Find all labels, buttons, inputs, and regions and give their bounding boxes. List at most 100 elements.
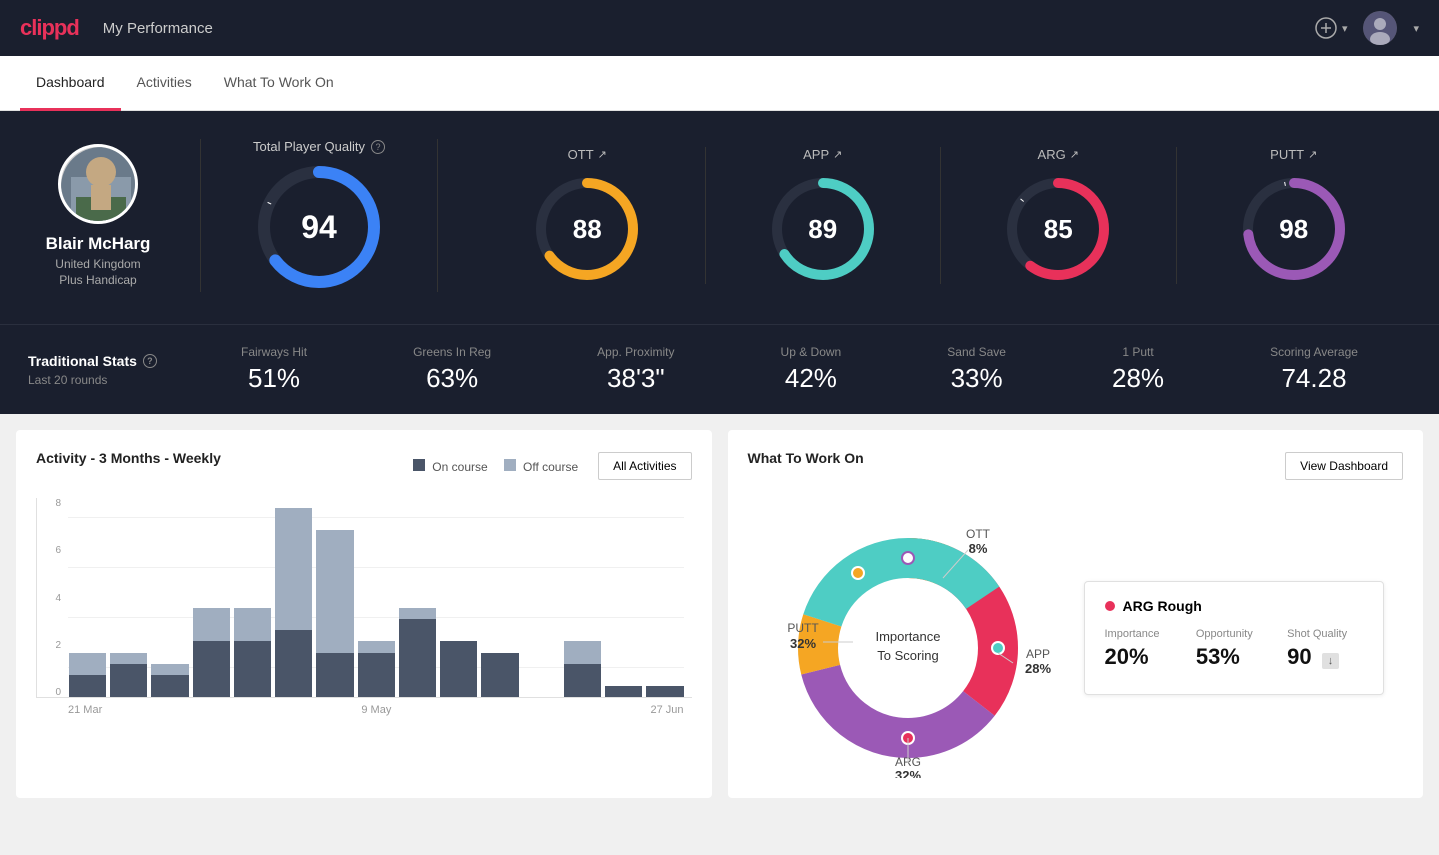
y-label-0: 0: [37, 687, 65, 698]
bar-off-5: [275, 508, 312, 630]
stat-name-gir: Greens In Reg: [413, 345, 491, 359]
ott-donut: 88: [532, 174, 642, 284]
bar-off-7: [358, 641, 395, 652]
app-value: 89: [808, 214, 837, 245]
stat-name-ud: Up & Down: [781, 345, 842, 359]
chart-title: Activity - 3 Months - Weekly: [36, 450, 221, 466]
wtwo-content: Importance To Scoring OTT 8% APP 28%: [748, 498, 1404, 778]
stat-one-putt: 1 Putt 28%: [1112, 345, 1164, 394]
bottom-panels: Activity - 3 Months - Weekly On course O…: [0, 414, 1439, 814]
header: clippd My Performance ▾ ▾: [0, 0, 1439, 56]
stat-name-ss: Sand Save: [947, 345, 1006, 359]
bar-on-12: [564, 664, 601, 697]
nav-tabs: Dashboard Activities What To Work On: [0, 56, 1439, 111]
trad-info-icon[interactable]: ?: [143, 354, 157, 368]
user-avatar[interactable]: [1363, 11, 1397, 45]
bar-group-10: [481, 653, 518, 697]
bar-on-3: [193, 641, 230, 697]
y-axis: 0 2 4 6 8: [37, 498, 65, 698]
total-quality-label: Total Player Quality ?: [253, 139, 385, 154]
x-label-jun: 27 Jun: [650, 704, 683, 716]
x-label-mar: 21 Mar: [68, 704, 102, 716]
svg-text:Importance: Importance: [875, 629, 940, 644]
total-quality-donut: 94: [254, 162, 384, 292]
activity-chart-panel: Activity - 3 Months - Weekly On course O…: [16, 430, 712, 798]
wtwo-header: What To Work On View Dashboard: [748, 450, 1404, 482]
tab-what-to-work-on[interactable]: What To Work On: [208, 56, 350, 111]
plus-circle-icon: [1314, 16, 1338, 40]
trad-title: Traditional Stats ?: [28, 353, 188, 369]
bar-group-3: [193, 608, 230, 697]
player-name: Blair McHarg: [46, 234, 151, 254]
stat-value-gir: 63%: [426, 363, 478, 394]
stat-value-op: 28%: [1112, 363, 1164, 394]
logo: clippd: [20, 15, 79, 41]
x-labels: 21 Mar 9 May 27 Jun: [36, 704, 692, 716]
wtwo-title: What To Work On: [748, 450, 864, 466]
bar-on-10: [481, 653, 518, 697]
stat-sand-save: Sand Save 33%: [947, 345, 1006, 394]
total-quality-info-icon[interactable]: ?: [371, 140, 385, 154]
bar-off-1: [110, 653, 147, 664]
svg-text:To Scoring: To Scoring: [877, 648, 938, 663]
player-info: Blair McHarg United Kingdom Plus Handica…: [28, 144, 168, 287]
metric-importance-value: 20%: [1105, 644, 1180, 670]
header-actions: ▾ ▾: [1314, 11, 1419, 45]
metric-importance-label: Importance: [1105, 628, 1180, 640]
player-photo: [61, 147, 138, 224]
bar-group-2: [151, 664, 188, 697]
divider-vertical: [200, 139, 201, 292]
svg-text:OTT: OTT: [966, 527, 991, 541]
tab-activities[interactable]: Activities: [121, 56, 208, 111]
svg-text:APP: APP: [1025, 647, 1049, 661]
view-dashboard-button[interactable]: View Dashboard: [1285, 452, 1403, 480]
bar-on-9: [440, 641, 477, 697]
bar-on-5: [275, 630, 312, 697]
info-metrics: Importance 20% Opportunity 53% Shot Qual…: [1105, 628, 1363, 670]
chart-legend: On course Off course: [413, 459, 578, 474]
trad-stats-grid: Fairways Hit 51% Greens In Reg 63% App. …: [188, 345, 1411, 394]
metric-importance: Importance 20%: [1105, 628, 1180, 670]
score-ott: OTT ↗ 88: [470, 147, 706, 284]
hero-top: Blair McHarg United Kingdom Plus Handica…: [28, 139, 1411, 292]
bar-on-14: [646, 686, 683, 697]
stat-fairways-hit: Fairways Hit 51%: [241, 345, 307, 394]
svg-text:28%: 28%: [1024, 661, 1050, 676]
header-title: My Performance: [103, 20, 213, 37]
stat-name-op: 1 Putt: [1122, 345, 1153, 359]
svg-text:8%: 8%: [968, 541, 987, 556]
app-label: APP ↗: [803, 147, 842, 162]
legend-on-dot: [413, 459, 425, 471]
putt-donut: 98: [1239, 174, 1349, 284]
svg-text:32%: 32%: [789, 636, 815, 651]
bar-off-3: [193, 608, 230, 641]
bar-off-6: [316, 530, 353, 652]
ott-value: 88: [573, 214, 602, 245]
hero-section: Blair McHarg United Kingdom Plus Handica…: [0, 111, 1439, 324]
all-activities-button[interactable]: All Activities: [598, 452, 691, 480]
divider-vertical-2: [437, 139, 438, 292]
x-label-may: 9 May: [361, 704, 391, 716]
y-label-8: 8: [37, 498, 65, 509]
bar-on-7: [358, 653, 395, 697]
bar-chart: 0 2 4 6 8: [36, 498, 692, 698]
metric-opportunity-value: 53%: [1196, 644, 1271, 670]
metric-opportunity-label: Opportunity: [1196, 628, 1271, 640]
tab-dashboard[interactable]: Dashboard: [20, 56, 121, 111]
add-button[interactable]: ▾: [1314, 16, 1348, 40]
arg-label: ARG ↗: [1038, 147, 1079, 162]
bar-on-6: [316, 653, 353, 697]
arg-info-card: ARG Rough Importance 20% Opportunity 53%…: [1084, 581, 1384, 695]
bar-off-8: [399, 608, 436, 619]
stat-value-ud: 42%: [785, 363, 837, 394]
score-arg: ARG ↗ 85: [941, 147, 1177, 284]
wtwo-donut-wrapper: Importance To Scoring OTT 8% APP 28%: [748, 498, 1068, 778]
stat-value-ss: 33%: [951, 363, 1003, 394]
what-to-work-on-panel: What To Work On View Dashboard: [728, 430, 1424, 798]
user-dropdown-arrow[interactable]: ▾: [1413, 22, 1419, 35]
bar-group-13: [605, 686, 642, 697]
app-donut: 89: [768, 174, 878, 284]
bar-group-9: [440, 641, 477, 697]
wtwo-donut-svg: Importance To Scoring OTT 8% APP 28%: [748, 498, 1068, 778]
bar-group-0: [69, 653, 106, 697]
